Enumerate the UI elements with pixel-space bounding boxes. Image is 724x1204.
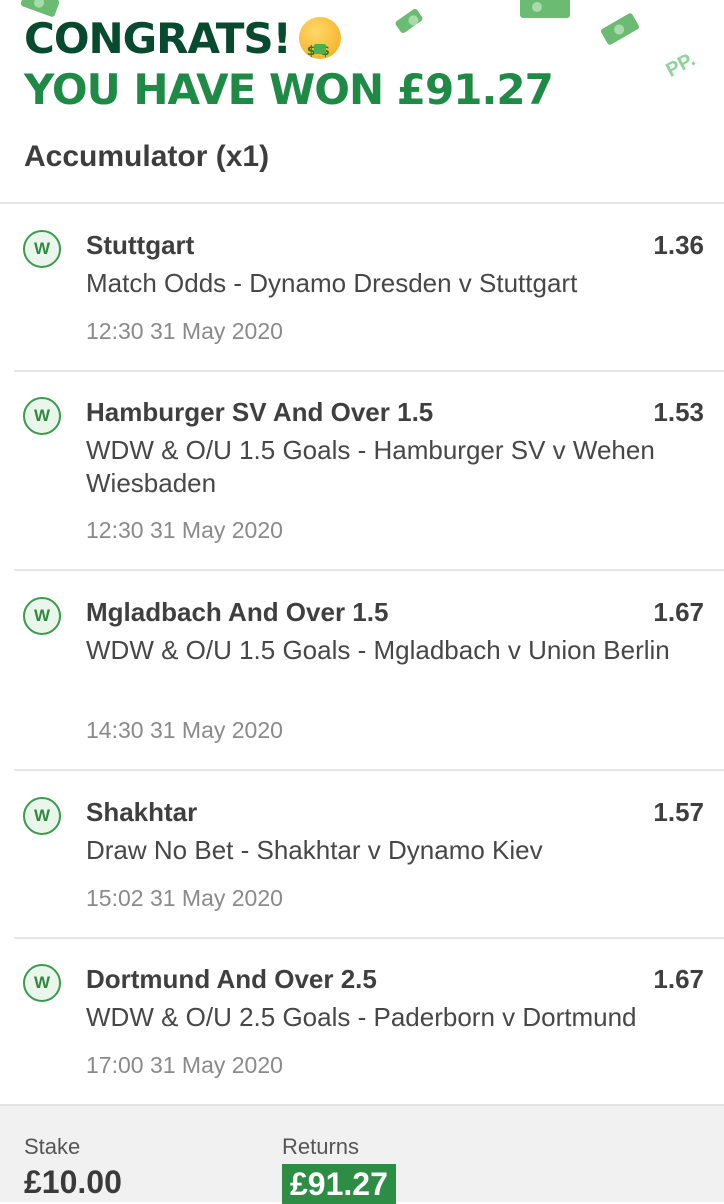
selection-row[interactable]: W Hamburger SV And Over 1.5 1.53 WDW & O… xyxy=(0,371,724,571)
selection-name: Hamburger SV And Over 1.5 xyxy=(86,397,434,427)
win-result-icon: W xyxy=(23,230,61,268)
congrats-text: CONGRATS! xyxy=(24,14,292,63)
selection-market: WDW & O/U 1.5 Goals - Hamburger SV v Weh… xyxy=(86,435,655,498)
money-bill-icon xyxy=(599,12,641,46)
selection-name: Stuttgart xyxy=(86,230,195,260)
selection-time: 12:30 31 May 2020 xyxy=(86,318,283,344)
selection-odds: 1.36 xyxy=(653,230,704,260)
selection-row[interactable]: W Stuttgart 1.36 Match Odds - Dynamo Dre… xyxy=(0,204,724,372)
win-banner: CONGRATS!$$ YOU HAVE WON £91.27 xyxy=(24,14,554,116)
selection-name: Dortmund And Over 2.5 xyxy=(86,964,377,994)
selection-odds: 1.67 xyxy=(653,597,704,627)
selection-time: 15:02 31 May 2020 xyxy=(86,885,283,911)
win-result-icon: W xyxy=(23,397,61,435)
selection-name: Shakhtar xyxy=(86,797,198,827)
selection-row[interactable]: W Dortmund And Over 2.5 1.67 WDW & O/U 2… xyxy=(0,938,724,1104)
congrats-heading: CONGRATS!$$ xyxy=(24,14,553,64)
selection-time: 14:30 31 May 2020 xyxy=(86,717,283,743)
win-result-icon: W xyxy=(23,597,61,635)
selection-odds: 1.67 xyxy=(653,964,704,994)
selection-market: Match Odds - Dynamo Dresden v Stuttgart xyxy=(86,268,578,298)
stake-value: £10.00 xyxy=(24,1164,122,1200)
selection-time: 12:30 31 May 2020 xyxy=(86,517,283,543)
selection-odds: 1.57 xyxy=(653,797,704,827)
selection-market: WDW & O/U 1.5 Goals - Mgladbach v Union … xyxy=(86,635,670,665)
win-result-icon: W xyxy=(23,964,61,1002)
win-result-icon: W xyxy=(23,797,61,835)
selection-market: WDW & O/U 2.5 Goals - Paderborn v Dortmu… xyxy=(86,1002,637,1032)
money-mouth-face-icon: $$ xyxy=(298,17,341,59)
stake-label: Stake xyxy=(24,1134,81,1159)
returns-label: Returns xyxy=(282,1134,360,1159)
won-amount-heading: YOU HAVE WON £91.27 xyxy=(24,65,554,114)
selection-time: 17:00 31 May 2020 xyxy=(86,1052,283,1078)
selection-odds: 1.53 xyxy=(653,397,704,427)
selection-market: Draw No Bet - Shakhtar v Dynamo Kiev xyxy=(86,835,543,865)
brand-mark: PP. xyxy=(662,48,699,82)
selection-name: Mgladbach And Over 1.5 xyxy=(86,597,389,627)
returns-value: £91.27 xyxy=(282,1164,396,1204)
selection-row[interactable]: W Shakhtar 1.57 Draw No Bet - Shakhtar v… xyxy=(0,771,724,939)
selection-row[interactable]: W Mgladbach And Over 1.5 1.67 WDW & O/U … xyxy=(0,571,724,771)
bet-type-title: Accumulator (x1) xyxy=(24,140,270,173)
bet-summary-footer: Stake Returns £10.00 £91.27 xyxy=(0,1104,724,1204)
